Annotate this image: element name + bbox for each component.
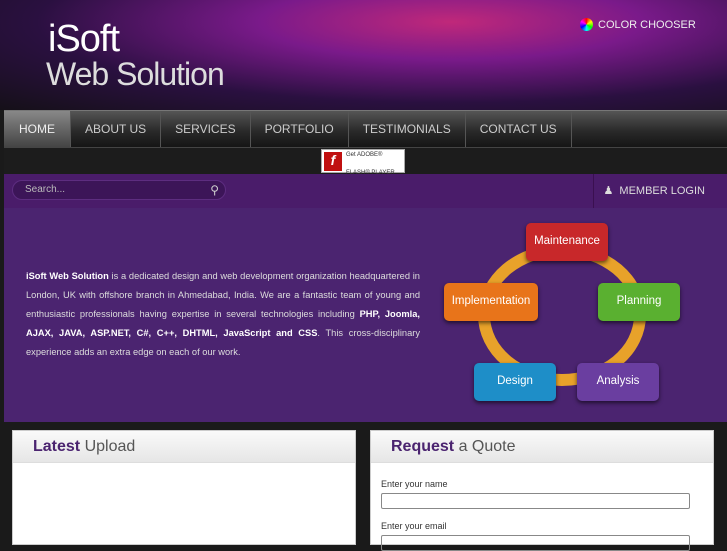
cycle-analysis: Analysis (577, 363, 659, 401)
intro-text: iSoft Web Solution is a dedicated design… (26, 267, 420, 362)
main-nav: HOME ABOUT US SERVICES PORTFOLIO TESTIMO… (4, 110, 727, 147)
cycle-implementation: Implementation (444, 283, 538, 321)
latest-bold: Latest (33, 438, 81, 455)
logo[interactable]: iSoft (48, 18, 120, 61)
nav-about-us[interactable]: ABOUT US (71, 111, 162, 147)
latest-rest: Upload (80, 438, 136, 455)
search-input[interactable]: Search... ⚲ (12, 180, 226, 200)
email-input[interactable] (381, 535, 690, 551)
quote-bold: Request (391, 438, 455, 455)
nav-testimonials[interactable]: TESTIMONIALS (349, 111, 466, 147)
name-input[interactable] (381, 493, 690, 509)
intro-brand: iSoft Web Solution (26, 271, 109, 281)
flash-icon: f (324, 151, 342, 171)
nav-home[interactable]: HOME (4, 111, 71, 147)
name-label: Enter your name (381, 479, 448, 489)
email-label: Enter your email (381, 521, 447, 531)
search-bar: Search... ⚲ ♟ MEMBER LOGIN (4, 174, 727, 208)
latest-upload-title: Latest Upload (13, 431, 355, 463)
color-chooser[interactable]: COLOR CHOOSER (580, 18, 696, 31)
cycle-planning: Planning (598, 283, 680, 321)
header: iSoft Web Solution COLOR CHOOSER (0, 0, 727, 110)
cycle-design: Design (474, 363, 556, 401)
get-flash-player-button[interactable]: f Get ADOBE® FLASH® PLAYER (321, 149, 405, 176)
user-icon: ♟ (603, 185, 614, 197)
search-icon[interactable]: ⚲ (210, 181, 219, 199)
latest-upload-panel: Latest Upload (12, 430, 356, 545)
member-login-label: MEMBER LOGIN (619, 185, 705, 197)
quote-rest: a Quote (454, 438, 516, 455)
nav-services[interactable]: SERVICES (161, 111, 251, 147)
request-quote-title: Request a Quote (371, 431, 713, 463)
request-quote-panel: Request a Quote Enter your name Enter yo… (370, 430, 714, 551)
color-chooser-label: COLOR CHOOSER (598, 18, 696, 31)
logo-subtitle: Web Solution (46, 56, 225, 92)
nav-portfolio[interactable]: PORTFOLIO (251, 111, 349, 147)
nav-contact-us[interactable]: CONTACT US (466, 111, 572, 147)
member-login-button[interactable]: ♟ MEMBER LOGIN (592, 174, 727, 208)
cycle-maintenance: Maintenance (526, 223, 608, 261)
color-wheel-icon (580, 18, 593, 31)
flash-line1: Get ADOBE® (346, 152, 383, 158)
search-placeholder: Search... (25, 184, 66, 195)
